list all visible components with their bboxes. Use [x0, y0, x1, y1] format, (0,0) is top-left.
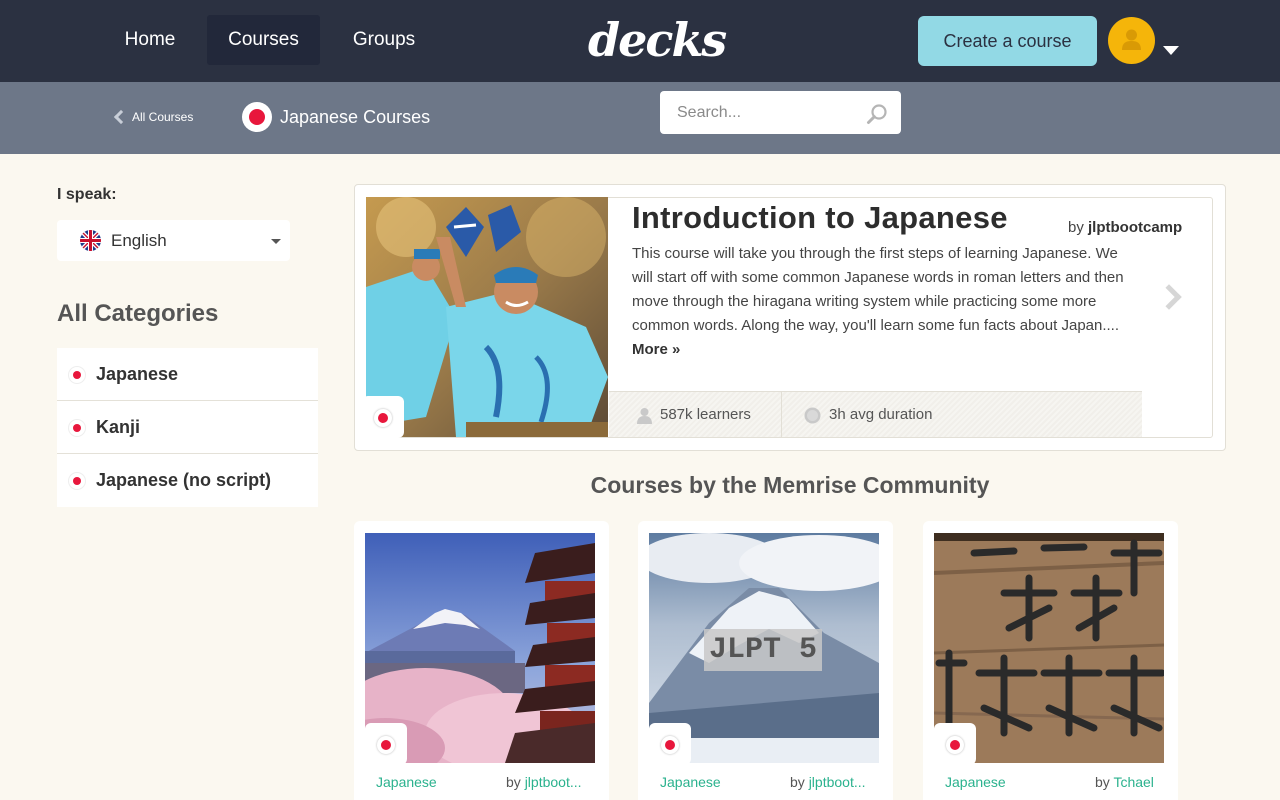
japan-flag-icon: [377, 736, 395, 754]
course-card[interactable]: JLPT 5 Japanese by jlptboot...: [638, 521, 893, 800]
category-label: Japanese: [96, 364, 179, 384]
by-prefix: by: [790, 774, 805, 790]
course-category-link[interactable]: Japanese: [660, 774, 721, 790]
user-icon: [637, 407, 652, 424]
category-label: Japanese (no script): [96, 470, 272, 490]
create-course-button[interactable]: Create a course: [918, 16, 1097, 66]
category-japanese-no-script[interactable]: Japanese (no script): [57, 454, 318, 507]
search-input[interactable]: [660, 91, 860, 134]
course-flag-badge: [362, 396, 404, 438]
description-text: This course will take you through the fi…: [632, 245, 1124, 334]
category-label: Kanji: [96, 417, 141, 437]
chevron-down-icon: [271, 239, 281, 244]
community-section-title: Courses by the Memrise Community: [590, 472, 990, 498]
course-author: by jlptboot...: [790, 774, 866, 790]
course-flag-badge: [365, 723, 407, 765]
japan-flag-icon: [946, 736, 964, 754]
author-link[interactable]: jlptbootcamp: [1088, 219, 1182, 236]
course-category-link[interactable]: Japanese: [376, 774, 437, 790]
categories-title: All Categories: [57, 300, 219, 327]
featured-course-title[interactable]: Introduction to Japanese: [632, 200, 1008, 236]
source-language-select[interactable]: English: [57, 220, 290, 261]
nav-groups[interactable]: Groups: [336, 15, 432, 65]
course-card[interactable]: Japanese by jlptboot...: [354, 521, 609, 800]
clock-icon: [804, 407, 821, 423]
author-link[interactable]: Tchael: [1113, 774, 1153, 790]
japan-flag-icon: [242, 102, 272, 132]
japan-flag-icon: [661, 736, 679, 754]
stats-divider: [781, 392, 782, 437]
japan-flag-icon: [69, 473, 85, 489]
learners-count: 587k learners: [660, 406, 751, 423]
course-author: by Tchael: [1095, 774, 1154, 790]
author-link[interactable]: jlptboot...: [525, 774, 582, 790]
featured-course-author: by jlptbootcamp: [1068, 219, 1182, 236]
featured-course-stats: 587k learners 3h avg duration: [609, 391, 1142, 437]
more-link[interactable]: More »: [632, 341, 680, 355]
logo[interactable]: decks: [588, 10, 727, 70]
category-japanese[interactable]: Japanese: [57, 348, 318, 401]
duration-stat: 3h avg duration: [804, 392, 932, 438]
account-dropdown-icon[interactable]: [1163, 46, 1179, 55]
search-box: [660, 91, 901, 134]
course-category-link[interactable]: Japanese: [945, 774, 1006, 790]
source-language-value: English: [111, 231, 167, 250]
course-author: by jlptboot...: [506, 774, 582, 790]
language-breadcrumb-label: Japanese Courses: [280, 106, 431, 127]
featured-course-description: This course will take you through the fi…: [632, 242, 1142, 355]
by-prefix: by: [1068, 219, 1084, 236]
learners-stat: 587k learners: [637, 392, 751, 438]
chevron-left-icon: [113, 109, 129, 125]
japan-flag-icon: [69, 367, 85, 383]
nav-home[interactable]: Home: [108, 15, 192, 65]
search-icon[interactable]: [866, 103, 888, 125]
course-flag-badge: [649, 723, 691, 765]
category-kanji[interactable]: Kanji: [57, 401, 318, 454]
back-label: All Courses: [132, 110, 194, 124]
category-list: Japanese Kanji Japanese (no script): [57, 348, 318, 507]
japan-flag-icon: [69, 420, 85, 436]
uk-flag-icon: [80, 230, 101, 251]
by-prefix: by: [1095, 774, 1110, 790]
course-flag-badge: [934, 723, 976, 765]
author-link[interactable]: jlptboot...: [809, 774, 866, 790]
duration-value: 3h avg duration: [829, 406, 933, 423]
avatar[interactable]: [1108, 17, 1155, 64]
back-to-all-courses[interactable]: All Courses: [112, 106, 193, 128]
by-prefix: by: [506, 774, 521, 790]
i-speak-label: I speak:: [57, 186, 117, 203]
user-icon: [1122, 29, 1141, 50]
language-breadcrumb[interactable]: Japanese Courses: [242, 102, 430, 132]
japan-flag-icon: [374, 409, 392, 427]
nav-courses[interactable]: Courses: [207, 15, 320, 65]
jlpt-image-text: JLPT 5: [708, 633, 818, 667]
course-card[interactable]: Japanese by Tchael: [923, 521, 1178, 800]
